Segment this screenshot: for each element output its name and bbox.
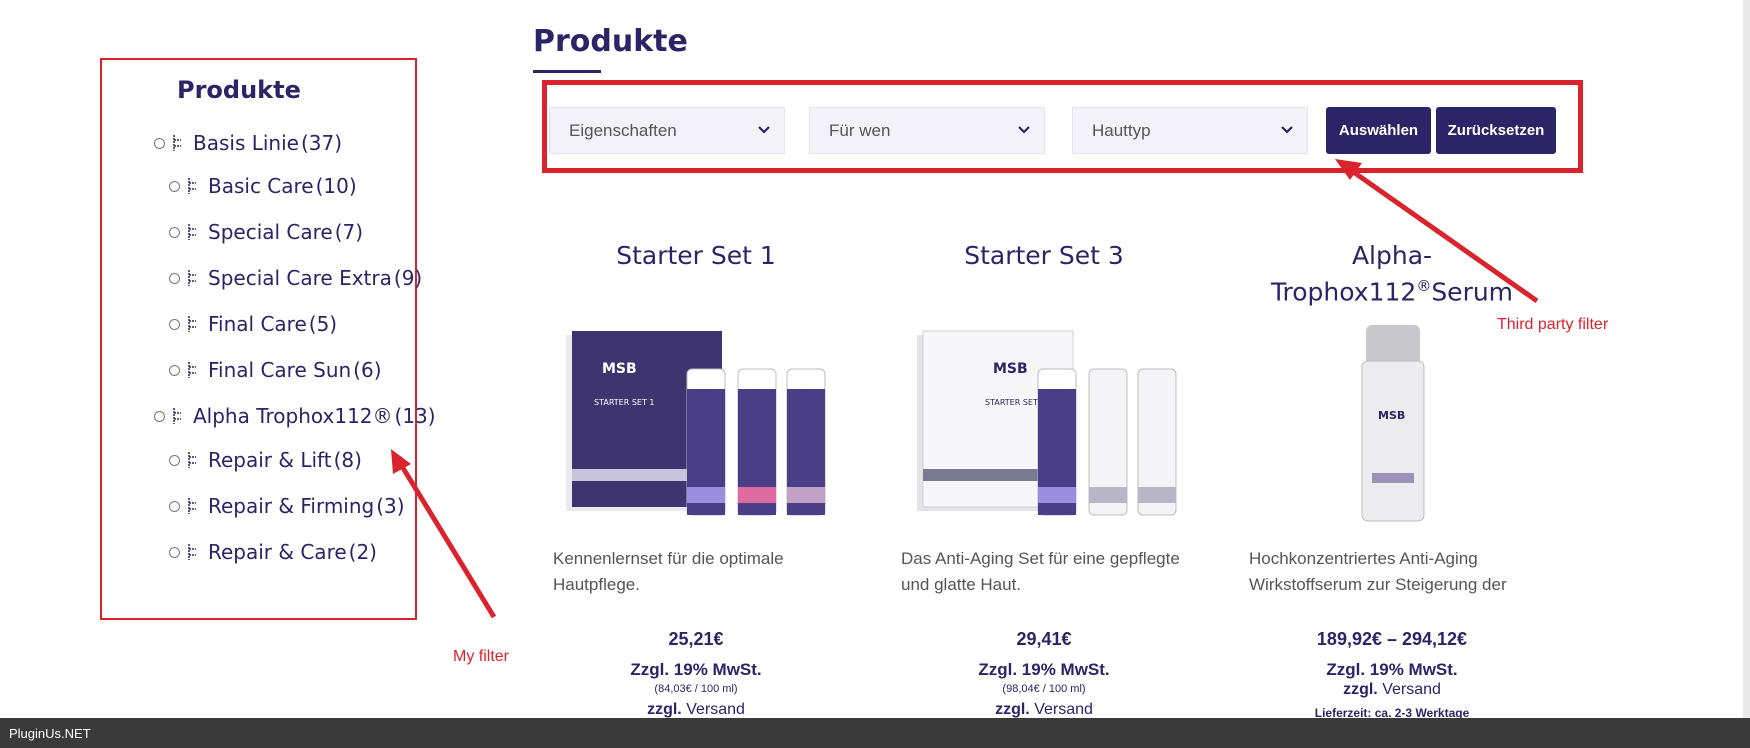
arrow-my-filter-head bbox=[391, 449, 411, 474]
annotation-arrows bbox=[391, 159, 1539, 619]
footer-text[interactable]: PluginUs.NET bbox=[9, 726, 91, 741]
arrow-my-filter-line bbox=[397, 461, 497, 619]
scrollbar[interactable] bbox=[1743, 0, 1750, 718]
arrow-third-party-line bbox=[1343, 163, 1539, 304]
footer-bar: PluginUs.NET bbox=[0, 718, 1750, 748]
annotation-my-filter: My filter bbox=[453, 648, 509, 665]
annotation-third-party: Third party filter bbox=[1497, 316, 1609, 333]
